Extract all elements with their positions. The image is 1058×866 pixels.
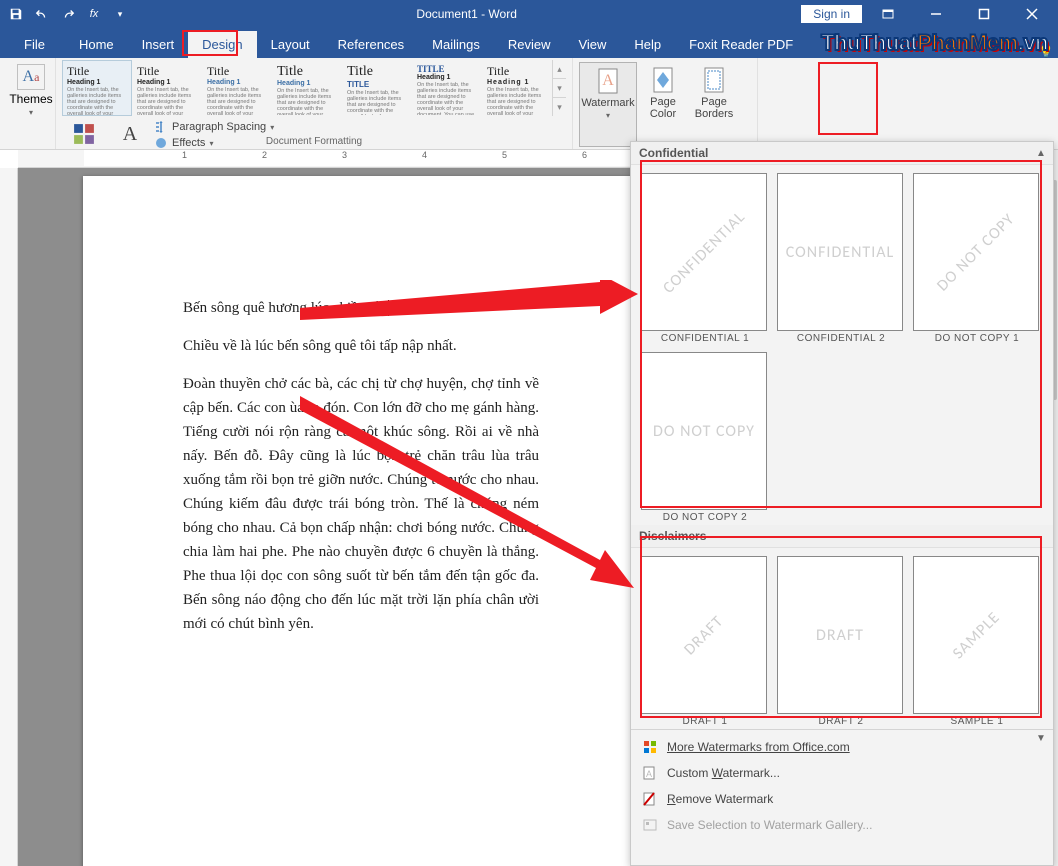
redo-icon[interactable] [56,3,80,25]
paragraph-2: Chiều về là lúc bến sông quê tôi tấp nập… [183,334,539,358]
tab-view[interactable]: View [564,31,620,58]
paragraph-spacing-icon [154,120,168,134]
watermark-option[interactable]: CONFIDENTIAL CONFIDENTIAL 2 [777,173,905,344]
tab-help[interactable]: Help [620,31,675,58]
watermark-option[interactable]: DO NOT COPY DO NOT COPY 1 [913,173,1041,344]
watermark-caption: DRAFT 1 [641,716,769,727]
watermark-option[interactable]: SAMPLE SAMPLE 1 [913,556,1041,727]
paragraph-spacing-button[interactable]: Paragraph Spacing ▾ [154,120,274,134]
tab-mailings[interactable]: Mailings [418,31,494,58]
watermark-preview-text: CONFIDENTIAL [786,243,895,262]
watermark-caption: CONFIDENTIAL 2 [777,333,905,344]
watermark-option[interactable]: DRAFT DRAFT 2 [777,556,905,727]
watermark-menu: More Watermarks from Office.com A Custom… [631,729,1053,842]
watermark-option[interactable]: DRAFT DRAFT 1 [641,556,769,727]
title-bar: fx ▾ Document1 - Word Sign in [0,0,1058,28]
page-color-icon [649,66,677,94]
watermark-option[interactable]: DO NOT COPY DO NOT COPY 2 [641,352,769,523]
remove-watermark-icon [641,791,659,807]
minimize-button[interactable] [914,0,958,28]
more-watermarks-item[interactable]: More Watermarks from Office.com [631,734,1053,760]
gallery-scroll-down-icon[interactable]: ▼ [1033,731,1049,745]
gallery-down-icon[interactable]: ▾ [553,78,566,97]
watermark-preview-text: SAMPLE [948,607,1003,662]
fx-icon[interactable]: fx [82,3,106,25]
disclaimers-grid: DRAFT DRAFT 1 DRAFT DRAFT 2 SAMPLE SAMPLE 1 [631,548,1053,729]
save-selection-item: Save Selection to Watermark Gallery... [631,812,1053,838]
tab-home[interactable]: Home [65,31,128,58]
gallery-scroll-up-icon[interactable]: ▲ [1033,146,1049,160]
watermark-preview-text: DRAFT [680,611,727,658]
style-gallery[interactable]: Title Heading 1 On the Insert tab, the g… [62,60,566,116]
remove-watermark-item[interactable]: Remove Watermark [631,786,1053,812]
ribbon-tabs: File Home Insert Design Layout Reference… [0,28,1058,58]
paragraph-3: Đoàn thuyền chở các bà, các chị từ chợ h… [183,372,539,636]
tell-me-icon[interactable]: 💡 [1034,44,1058,58]
watermark-caption: CONFIDENTIAL 1 [641,333,769,344]
gallery-more-icon[interactable]: ▾ [553,97,566,116]
tab-insert[interactable]: Insert [128,31,189,58]
section-confidential: Confidential [631,142,1053,165]
style-thumb-title3[interactable]: Title Heading 1 On the Insert tab, the g… [202,60,272,116]
watermark-caption: DO NOT COPY 2 [641,512,769,523]
document-page: Bến sông quê hương lúc chiều về. Chiều v… [83,176,639,866]
watermark-preview-text: CONFIDENTIAL [659,207,749,297]
watermark-caption: DO NOT COPY 1 [913,333,1041,344]
tab-foxit[interactable]: Foxit Reader PDF [675,31,807,58]
text-cursor [387,300,389,316]
themes-label: Themes [9,92,52,106]
themes-button[interactable]: Aa Themes ▾ [6,60,56,117]
office-icon [641,739,659,755]
paragraph-1: Bến sông quê hương lúc chiều về. [183,300,387,316]
page-borders-icon [700,66,728,94]
style-thumb-title6[interactable]: TITLE Heading 1 On the Insert tab, the g… [412,60,482,116]
ruler-vertical[interactable] [0,168,18,866]
style-thumb-title7[interactable]: Title Heading 1 On the Insert tab, the g… [482,60,552,116]
watermark-preview-text: DRAFT [816,626,864,645]
style-thumb-title5[interactable]: Title TITLE On the Insert tab, the galle… [342,60,412,116]
sign-in-button[interactable]: Sign in [801,5,862,23]
style-thumb-title1[interactable]: Title Heading 1 On the Insert tab, the g… [62,60,132,116]
svg-text:A: A [646,769,652,779]
page-borders-button[interactable]: Page Borders [689,62,739,147]
ribbon-display-icon[interactable] [866,0,910,28]
style-thumb-title2[interactable]: Title Heading 1 On the Insert tab, the g… [132,60,202,116]
tab-design[interactable]: Design [188,31,256,58]
tab-file[interactable]: File [4,31,65,58]
watermark-gallery-panel: ▲ Confidential CONFIDENTIAL CONFIDENTIAL … [630,141,1054,866]
gallery-up-icon[interactable]: ▴ [553,60,566,78]
watermark-icon: A [594,67,622,95]
confidential-grid: CONFIDENTIALCONFIDENTIAL 1CONFIDENTIALCO… [631,165,1053,525]
watermark-button[interactable]: A Watermark ▾ [579,62,637,147]
ribbon: Aa Themes ▾ Title Heading 1 On the Inser… [0,58,1058,150]
watermark-preview-text: DO NOT COPY [933,209,1019,295]
qat-more-icon[interactable]: ▾ [108,3,132,25]
document-title: Document1 - Word [132,7,801,21]
watermark-caption: SAMPLE 1 [913,716,1041,727]
watermark-preview-text: DO NOT COPY [653,422,755,441]
save-icon[interactable] [4,3,28,25]
undo-icon[interactable] [30,3,54,25]
svg-text:A: A [602,72,614,89]
page-content[interactable]: Bến sông quê hương lúc chiều về. Chiều v… [83,176,639,690]
custom-watermark-icon: A [641,765,659,781]
page-color-button[interactable]: Page Color [639,62,687,147]
group-label-doc-formatting: Document Formatting [56,136,572,147]
tab-layout[interactable]: Layout [257,31,324,58]
style-thumb-title4[interactable]: Title Heading 1 On the Insert tab, the g… [272,60,342,116]
save-gallery-icon [641,817,659,833]
themes-icon: Aa [17,64,45,90]
close-button[interactable] [1010,0,1054,28]
custom-watermark-item[interactable]: A Custom Watermark... [631,760,1053,786]
chevron-down-icon: ▾ [29,108,33,117]
watermark-caption: DRAFT 2 [777,716,905,727]
tab-references[interactable]: References [324,31,418,58]
maximize-button[interactable] [962,0,1006,28]
section-disclaimers: Disclaimers [631,525,1053,548]
watermark-option[interactable]: CONFIDENTIAL CONFIDENTIAL 1 [641,173,769,344]
chevron-down-icon: ▾ [606,111,610,120]
tab-review[interactable]: Review [494,31,565,58]
